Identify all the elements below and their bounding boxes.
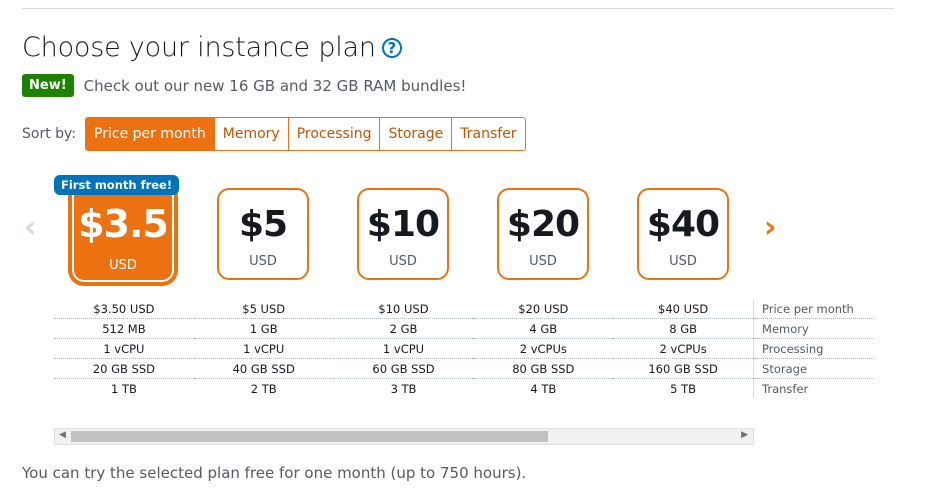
title-row: Choose your instance plan ? (22, 32, 402, 63)
plan-card-10[interactable]: $10 USD (357, 188, 449, 280)
question-circle-icon[interactable]: ? (381, 37, 402, 58)
plan-card-20[interactable]: $20 USD (497, 188, 589, 280)
page-title: Choose your instance plan (22, 32, 376, 63)
sort-processing-button[interactable]: Processing (287, 118, 380, 150)
plan-card-5[interactable]: $5 USD (217, 188, 309, 280)
row-label-storage: Storage (753, 358, 874, 379)
plan-currency: USD (109, 258, 137, 273)
table-cell: 40 GB SSD (193, 358, 334, 379)
new-badge: New! (22, 74, 74, 97)
row-label-transfer: Transfer (753, 378, 874, 398)
first-month-free-badge: First month free! (54, 175, 180, 195)
top-divider (22, 8, 894, 9)
table-cell: 5 TB (670, 381, 697, 396)
table-cell: 2 GB (333, 318, 474, 339)
row-label-price: Price per month (753, 299, 874, 319)
chevron-right-icon[interactable]: › (764, 210, 776, 245)
table-row: $3.50 USD $5 USD $10 USD $20 USD $40 USD… (54, 299, 874, 319)
table-cell: 60 GB SSD (333, 358, 474, 379)
table-cell: 1 GB (193, 318, 334, 339)
table-cell: 1 TB (110, 381, 137, 396)
table-cell: 2 vCPUs (613, 338, 754, 359)
sort-row: Sort by: Price per month Memory Processi… (22, 117, 526, 151)
plan-price: $5 (238, 204, 288, 245)
table-cell: 4 GB (473, 318, 614, 339)
plan-card-3-5[interactable]: $3.5 USD (68, 180, 178, 286)
banner-text: Check out our new 16 GB and 32 GB RAM bu… (83, 76, 467, 95)
plan-price: $40 (646, 204, 720, 245)
table-cell: 2 vCPUs (473, 338, 614, 359)
plan-specs-table: $3.50 USD $5 USD $10 USD $20 USD $40 USD… (54, 299, 874, 398)
table-cell: 1 vCPU (54, 338, 194, 359)
scroll-right-arrow-icon[interactable]: ▶ (741, 430, 748, 440)
plan-card-40[interactable]: $40 USD (637, 188, 729, 280)
table-cell: 8 GB (613, 318, 754, 339)
plan-price: $10 (366, 204, 440, 245)
table-cell: 512 MB (54, 318, 194, 339)
table-cell: 160 GB SSD (613, 358, 754, 379)
table-cell: 3 TB (390, 381, 417, 396)
table-cell: $20 USD (473, 299, 614, 319)
chevron-left-icon[interactable]: ‹ (24, 210, 36, 245)
scroll-left-arrow-icon[interactable]: ◀ (59, 430, 66, 440)
free-trial-note: You can try the selected plan free for o… (22, 464, 527, 482)
table-cell: 20 GB SSD (54, 358, 194, 379)
sort-storage-button[interactable]: Storage (379, 118, 452, 150)
table-cell: 1 vCPU (193, 338, 334, 359)
sort-transfer-button[interactable]: Transfer (451, 118, 525, 150)
table-row: 512 MB 1 GB 2 GB 4 GB 8 GB Memory (54, 318, 874, 339)
plan-price: $20 (506, 204, 580, 245)
plan-currency: USD (529, 254, 557, 269)
table-cell: $5 USD (193, 299, 334, 319)
new-bundles-banner: New! Check out our new 16 GB and 32 GB R… (22, 74, 466, 97)
sort-label: Sort by: (22, 126, 77, 142)
table-cell: 2 TB (250, 381, 277, 396)
table-cell: $40 USD (613, 299, 754, 319)
table-cell: $10 USD (333, 299, 474, 319)
table-row: 1 vCPU 1 vCPU 1 vCPU 2 vCPUs 2 vCPUs Pro… (54, 338, 874, 359)
scrollbar-thumb[interactable] (71, 431, 548, 442)
table-cell: 1 vCPU (333, 338, 474, 359)
table-cell: 4 TB (530, 381, 557, 396)
sort-memory-button[interactable]: Memory (213, 118, 288, 150)
table-cell: $3.50 USD (54, 299, 194, 319)
sort-price-per-month-button[interactable]: Price per month (86, 118, 214, 150)
table-row: 1 TB 2 TB 3 TB 4 TB 5 TB Transfer (54, 378, 874, 398)
sort-segmented-control: Price per month Memory Processing Storag… (85, 117, 526, 151)
row-label-memory: Memory (753, 318, 874, 339)
plan-currency: USD (669, 254, 697, 269)
plan-price: $3.5 (78, 202, 169, 246)
horizontal-scrollbar[interactable]: ◀ ▶ (54, 428, 754, 445)
row-label-processing: Processing (753, 338, 874, 359)
table-cell: 80 GB SSD (473, 358, 614, 379)
plan-currency: USD (249, 254, 277, 269)
table-row: 20 GB SSD 40 GB SSD 60 GB SSD 80 GB SSD … (54, 358, 874, 379)
plan-currency: USD (389, 254, 417, 269)
